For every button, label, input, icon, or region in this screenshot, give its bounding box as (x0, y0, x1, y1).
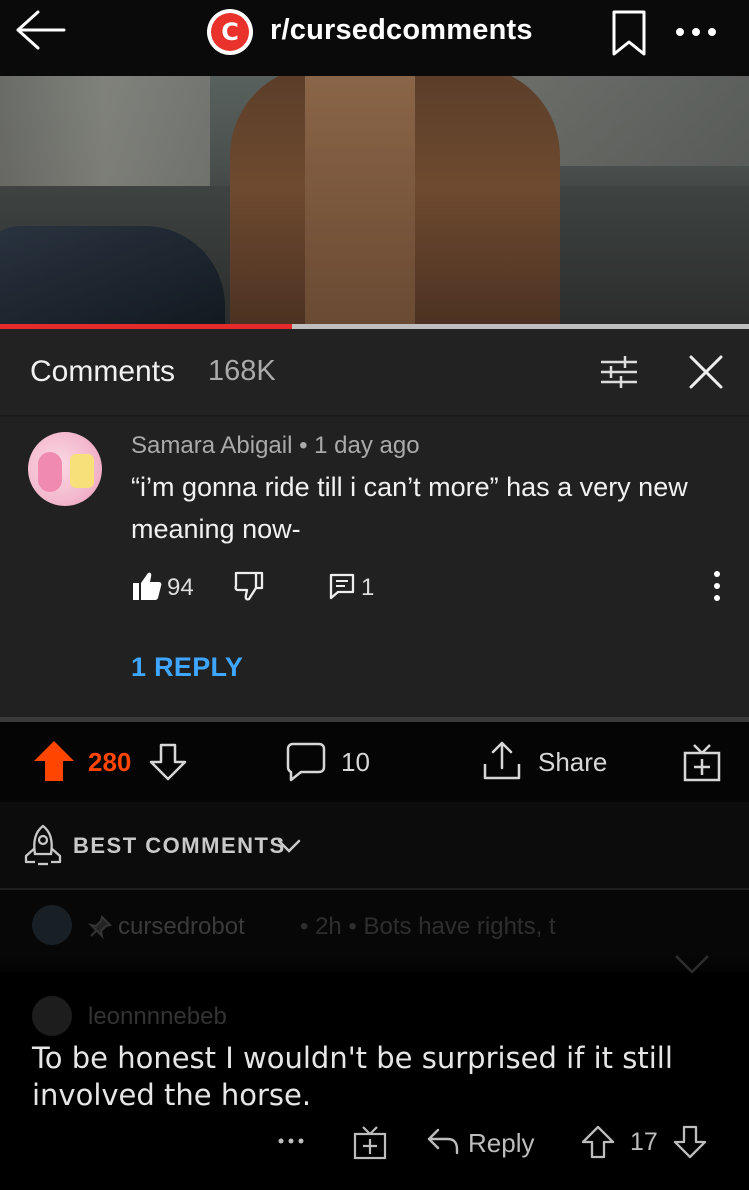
subreddit-logo-letter: C (211, 13, 249, 51)
more-options-icon[interactable] (274, 1126, 308, 1156)
post-score: 280 (88, 747, 132, 777)
avatar[interactable] (28, 432, 102, 506)
subreddit-logo[interactable]: C (207, 9, 253, 55)
share-button[interactable]: Share (538, 747, 607, 778)
sort-label[interactable]: BEST COMMENTS (73, 833, 286, 859)
kebab-menu-icon[interactable] (706, 568, 728, 604)
like-count: 94 (167, 574, 194, 601)
comment-score: 17 (630, 1128, 658, 1156)
reply-comment-icon[interactable] (328, 572, 356, 600)
avatar[interactable] (32, 996, 72, 1036)
fade-overlay (0, 955, 749, 995)
comment-bubble-icon[interactable] (285, 741, 327, 783)
reply-arrow-icon[interactable] (426, 1126, 460, 1158)
reply-button[interactable]: Reply (468, 1128, 534, 1159)
bot-author: cursedrobot (118, 913, 245, 940)
view-replies-link[interactable]: 1 REPLY (131, 652, 243, 683)
chevron-down-icon[interactable] (672, 950, 712, 980)
award-gift-icon[interactable] (682, 742, 722, 782)
comment-author[interactable]: leonnnnebeb (88, 1003, 227, 1031)
divider (0, 415, 749, 417)
award-gift-icon[interactable] (352, 1124, 388, 1160)
video-frame[interactable] (0, 76, 749, 324)
back-arrow-icon[interactable] (14, 8, 66, 52)
comments-count: 168K (208, 355, 276, 387)
more-options-icon[interactable] (672, 18, 720, 46)
sort-filter-icon[interactable] (599, 354, 639, 390)
rocket-icon[interactable] (22, 824, 64, 868)
upvote-arrow-icon[interactable] (32, 739, 76, 783)
reply-count: 1 (361, 574, 375, 601)
comment-text: “i’m gonna ride till i can’t more” has a… (131, 472, 688, 544)
comments-title: Comments (30, 355, 176, 388)
upvote-arrow-icon[interactable] (580, 1124, 616, 1160)
subreddit-name[interactable]: r/cursedcomments (270, 14, 533, 47)
downvote-arrow-icon[interactable] (672, 1124, 708, 1160)
pin-icon (87, 915, 112, 940)
post-comment-count: 10 (341, 747, 370, 777)
close-icon[interactable] (688, 354, 724, 390)
bot-meta: • 2h • Bots have rights, t (300, 913, 556, 940)
comment-body: To be honest I wouldn't be surprised if … (32, 1041, 673, 1112)
share-icon[interactable] (482, 740, 522, 782)
comment-author-line[interactable]: Samara Abigail • 1 day ago (131, 432, 420, 460)
downvote-arrow-icon[interactable] (148, 742, 188, 782)
avatar (32, 905, 72, 945)
thumbs-down-icon[interactable] (232, 570, 264, 602)
thumbs-up-icon[interactable] (131, 570, 163, 602)
chevron-down-icon[interactable] (276, 836, 302, 856)
bookmark-icon[interactable] (608, 8, 650, 58)
